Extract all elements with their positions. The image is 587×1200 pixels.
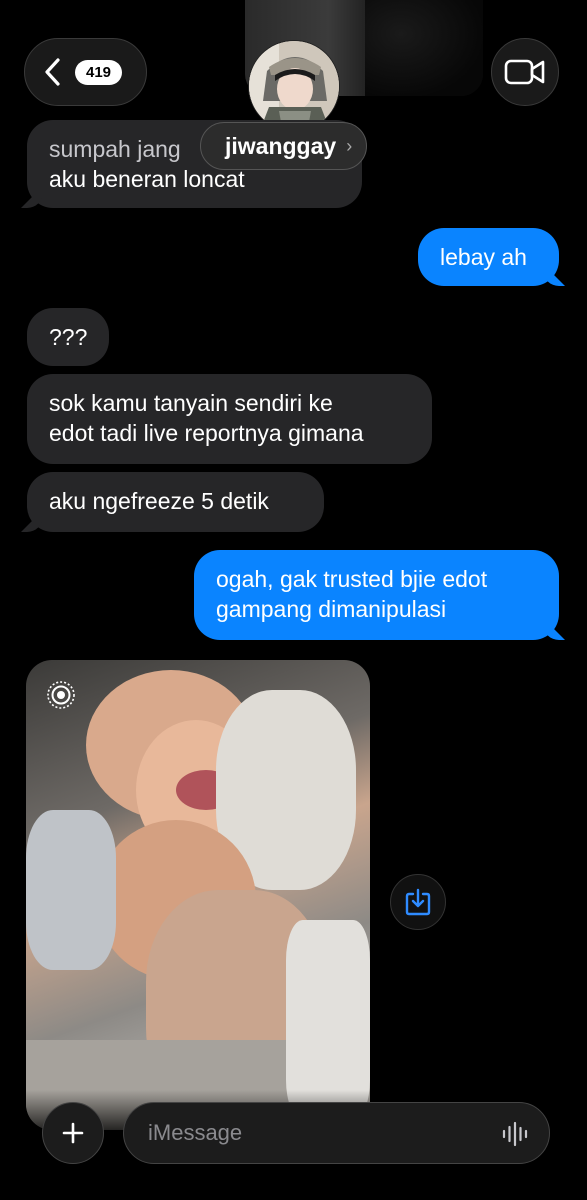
contact-name: jiwanggay [225,132,337,159]
message-bubble-incoming[interactable]: ??? [27,308,109,366]
waveform-icon[interactable] [501,1121,529,1147]
message-line: ogah, gak trusted bjie edot [216,566,488,592]
message-bubble-incoming[interactable]: sok kamu tanyain sendiri ke edot tadi li… [27,374,432,464]
save-to-photos-button[interactable] [390,874,446,930]
unread-count-badge: 419 [75,59,123,85]
contact-name-button[interactable]: jiwanggay › [200,122,368,170]
download-icon [405,888,431,916]
message-bubble-outgoing[interactable]: ogah, gak trusted bjie edot gampang dima… [194,550,559,640]
message-line: sok kamu tanyain sendiri ke [49,390,333,416]
message-input-placeholder: iMessage [148,1120,243,1145]
add-attachment-button[interactable] [42,1102,104,1164]
message-line: lebay ah [440,244,527,270]
plus-icon [62,1122,84,1144]
contact-avatar[interactable] [248,40,340,132]
chevron-right-icon: › [346,135,353,156]
message-input[interactable]: iMessage [123,1102,550,1164]
live-photo-icon[interactable] [46,680,76,710]
message-line: aku ngefreeze 5 detik [49,488,269,514]
message-line: ??? [49,324,88,350]
photo-attachment[interactable] [26,660,370,1130]
chevron-left-icon [45,58,60,86]
message-line: edot tadi live reportnya gimana [49,420,364,446]
message-line: gampang dimanipulasi [216,596,447,622]
avatar-photo [249,41,339,131]
message-bubble-outgoing[interactable]: lebay ah [418,228,559,286]
video-call-button[interactable] [491,38,559,106]
message-bubble-incoming[interactable]: aku ngefreeze 5 detik [27,472,324,532]
back-button[interactable]: 419 [24,38,147,106]
video-camera-icon [504,59,545,85]
